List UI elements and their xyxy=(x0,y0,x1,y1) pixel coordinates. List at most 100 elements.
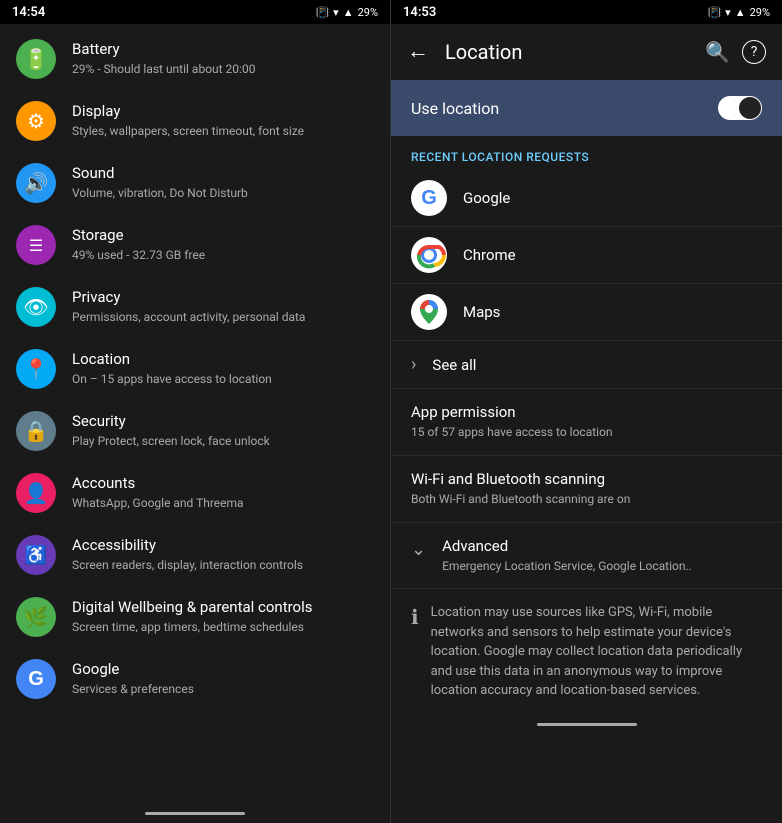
app-permission-row[interactable]: App permission 15 of 57 apps have access… xyxy=(391,389,782,456)
accounts-icon-circle: 👤 xyxy=(16,473,56,513)
status-bar-right: 14:53 📳 ▾ ▲ 29% xyxy=(391,0,782,24)
accounts-subtitle: WhatsApp, Google and Threema xyxy=(72,496,374,512)
bottom-nav-right xyxy=(391,715,782,735)
nav-indicator-left xyxy=(145,812,245,815)
svg-text:G: G xyxy=(421,187,437,209)
wifi-bluetooth-row[interactable]: Wi-Fi and Bluetooth scanning Both Wi-Fi … xyxy=(391,456,782,523)
app-item-maps[interactable]: Maps xyxy=(391,284,782,341)
signal-icon-right: ▲ xyxy=(735,6,746,19)
use-location-toggle[interactable] xyxy=(718,96,762,120)
settings-item-accessibility[interactable]: ♿ Accessibility Screen readers, display,… xyxy=(0,524,390,586)
search-button[interactable]: 🔍 xyxy=(705,40,730,64)
settings-item-privacy[interactable]: 👁 Privacy Permissions, account activity,… xyxy=(0,276,390,338)
advanced-chevron-icon: ⌄ xyxy=(411,539,426,560)
storage-title: Storage xyxy=(72,226,374,246)
wifi-icon: ▾ xyxy=(333,6,339,19)
accessibility-title: Accessibility xyxy=(72,536,374,556)
advanced-row[interactable]: ⌄ Advanced Emergency Location Service, G… xyxy=(391,523,782,590)
accessibility-text: Accessibility Screen readers, display, i… xyxy=(72,536,374,573)
settings-panel: 14:54 📳 ▾ ▲ 29% 🔋 Battery 29% - Should l… xyxy=(0,0,391,823)
location-icon-circle: 📍 xyxy=(16,349,56,389)
wellbeing-subtitle: Screen time, app timers, bedtime schedul… xyxy=(72,620,374,636)
help-button[interactable]: ? xyxy=(742,40,766,64)
status-icons-right: 📳 ▾ ▲ 29% xyxy=(707,6,770,19)
wifi-bluetooth-title: Wi-Fi and Bluetooth scanning xyxy=(411,470,762,488)
settings-item-google[interactable]: G Google Services & preferences xyxy=(0,648,390,710)
settings-item-security[interactable]: 🔒 Security Play Protect, screen lock, fa… xyxy=(0,400,390,462)
status-time-right: 14:53 xyxy=(403,5,436,20)
app-item-chrome[interactable]: Chrome xyxy=(391,227,782,284)
wifi-icon-right: ▾ xyxy=(725,6,731,19)
chrome-app-icon xyxy=(411,237,447,273)
settings-item-wellbeing[interactable]: 🌿 Digital Wellbeing & parental controls … xyxy=(0,586,390,648)
location-panel: 14:53 📳 ▾ ▲ 29% ← Location 🔍 ? Use locat… xyxy=(391,0,782,823)
vibrate-icon: 📳 xyxy=(315,6,329,19)
settings-item-battery[interactable]: 🔋 Battery 29% - Should last until about … xyxy=(0,28,390,90)
settings-item-accounts[interactable]: 👤 Accounts WhatsApp, Google and Threema xyxy=(0,462,390,524)
battery-right: 29% xyxy=(750,6,770,19)
use-location-row[interactable]: Use location xyxy=(391,80,782,136)
info-icon: ℹ xyxy=(411,605,419,629)
app-item-google[interactable]: G Google xyxy=(391,170,782,227)
app-permission-subtitle: 15 of 57 apps have access to location xyxy=(411,424,762,441)
google-text: Google Services & preferences xyxy=(72,660,374,697)
recent-section-label: RECENT LOCATION REQUESTS xyxy=(391,136,782,170)
sound-text: Sound Volume, vibration, Do Not Disturb xyxy=(72,164,374,201)
signal-icon: ▲ xyxy=(343,6,354,19)
wifi-bluetooth-subtitle: Both Wi-Fi and Bluetooth scanning are on xyxy=(411,491,762,508)
back-button[interactable]: ← xyxy=(407,41,429,63)
display-icon-circle: ⚙ xyxy=(16,101,56,141)
location-text: Location On – 15 apps have access to loc… xyxy=(72,350,374,387)
nav-indicator-right xyxy=(537,723,637,726)
settings-item-storage[interactable]: ☰ Storage 49% used - 32.73 GB free xyxy=(0,214,390,276)
settings-list: 🔋 Battery 29% - Should last until about … xyxy=(0,24,390,803)
accounts-title: Accounts xyxy=(72,474,374,494)
status-icons-left: 📳 ▾ ▲ 29% xyxy=(315,6,378,19)
vibrate-icon-right: 📳 xyxy=(707,6,721,19)
see-all-label: See all xyxy=(432,356,476,374)
privacy-icon-circle: 👁 xyxy=(16,287,56,327)
storage-text: Storage 49% used - 32.73 GB free xyxy=(72,226,374,263)
wellbeing-text: Digital Wellbeing & parental controls Sc… xyxy=(72,598,374,635)
accessibility-icon-circle: ♿ xyxy=(16,535,56,575)
advanced-text: Advanced Emergency Location Service, Goo… xyxy=(442,537,692,575)
storage-subtitle: 49% used - 32.73 GB free xyxy=(72,248,374,264)
app-permission-title: App permission xyxy=(411,403,762,421)
settings-item-display[interactable]: ⚙ Display Styles, wallpapers, screen tim… xyxy=(0,90,390,152)
privacy-text: Privacy Permissions, account activity, p… xyxy=(72,288,374,325)
google-app-icon: G xyxy=(411,180,447,216)
location-header: ← Location 🔍 ? xyxy=(391,24,782,80)
status-time-left: 14:54 xyxy=(12,5,45,20)
chrome-app-name: Chrome xyxy=(463,246,516,264)
disclaimer-row: ℹ Location may use sources like GPS, Wi-… xyxy=(391,589,782,715)
security-subtitle: Play Protect, screen lock, face unlock xyxy=(72,434,374,450)
settings-item-location[interactable]: 📍 Location On – 15 apps have access to l… xyxy=(0,338,390,400)
use-location-label: Use location xyxy=(411,99,499,118)
google-icon-circle: G xyxy=(16,659,56,699)
google-subtitle: Services & preferences xyxy=(72,682,374,698)
display-title: Display xyxy=(72,102,374,122)
battery-title: Battery xyxy=(72,40,374,60)
advanced-subtitle: Emergency Location Service, Google Locat… xyxy=(442,558,692,575)
see-all-item[interactable]: › See all xyxy=(391,341,782,389)
header-actions: 🔍 ? xyxy=(705,40,766,64)
storage-icon-circle: ☰ xyxy=(16,225,56,265)
privacy-subtitle: Permissions, account activity, personal … xyxy=(72,310,374,326)
wellbeing-icon-circle: 🌿 xyxy=(16,597,56,637)
security-title: Security xyxy=(72,412,374,432)
settings-item-sound[interactable]: 🔊 Sound Volume, vibration, Do Not Distur… xyxy=(0,152,390,214)
accounts-text: Accounts WhatsApp, Google and Threema xyxy=(72,474,374,511)
page-title: Location xyxy=(445,40,705,64)
disclaimer-text: Location may use sources like GPS, Wi-Fi… xyxy=(431,603,762,701)
accessibility-subtitle: Screen readers, display, interaction con… xyxy=(72,558,374,574)
sound-title: Sound xyxy=(72,164,374,184)
see-all-chevron-icon: › xyxy=(411,354,416,375)
google-app-name: Google xyxy=(463,189,510,207)
bottom-nav-left xyxy=(0,803,390,823)
maps-app-name: Maps xyxy=(463,303,500,321)
sound-subtitle: Volume, vibration, Do Not Disturb xyxy=(72,186,374,202)
security-icon-circle: 🔒 xyxy=(16,411,56,451)
battery-subtitle: 29% - Should last until about 20:00 xyxy=(72,62,374,78)
wellbeing-title: Digital Wellbeing & parental controls xyxy=(72,598,374,618)
maps-app-icon xyxy=(411,294,447,330)
